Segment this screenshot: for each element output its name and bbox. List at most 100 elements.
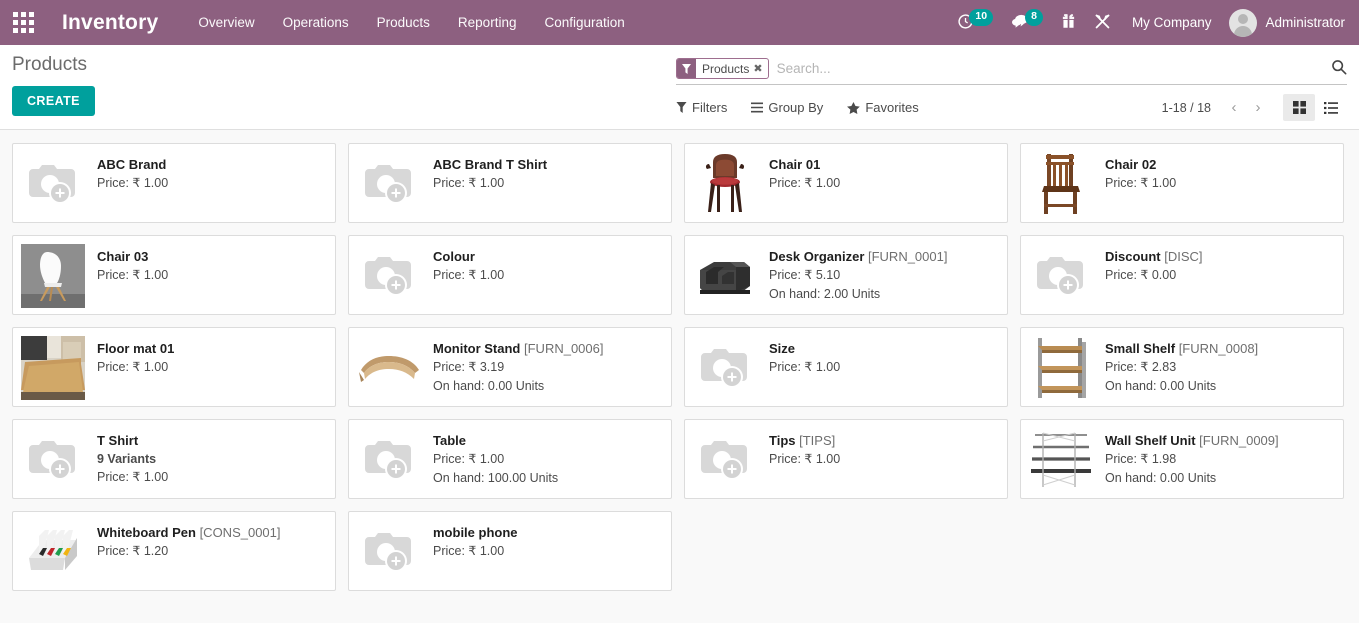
floor-mat-image (21, 336, 85, 400)
product-on-hand: On hand: 0.00 Units (433, 377, 603, 397)
product-card[interactable]: T Shirt9 VariantsPrice: ₹ 1.00 (12, 419, 336, 499)
messages-count-badge: 8 (1025, 9, 1043, 25)
monitor-stand-image (357, 348, 421, 388)
apps-menu-button[interactable] (6, 6, 40, 40)
user-menu[interactable]: Administrator (1223, 9, 1347, 37)
favorites-dropdown[interactable]: Favorites (847, 100, 918, 115)
product-name: ABC Brand (97, 156, 168, 174)
product-card[interactable]: Chair 03Price: ₹ 1.00 (12, 235, 336, 315)
filters-dropdown[interactable]: Filters (676, 100, 727, 115)
menu-item-overview[interactable]: Overview (198, 15, 254, 30)
hamburger-lines-icon (751, 102, 763, 113)
list-view-icon[interactable] (1315, 94, 1347, 121)
product-card[interactable]: Wall Shelf Unit [FURN_0009]Price: ₹ 1.98… (1020, 419, 1344, 499)
product-price: Price: ₹ 1.00 (1105, 174, 1176, 194)
product-card[interactable]: Small Shelf [FURN_0008]Price: ₹ 2.83On h… (1020, 327, 1344, 407)
control-panel: Products CREATE Products ✖ (0, 45, 1359, 130)
product-card-body: SizePrice: ₹ 1.00 (769, 336, 840, 377)
product-card-body: T Shirt9 VariantsPrice: ₹ 1.00 (97, 428, 168, 488)
product-code: [CONS_0001] (196, 525, 281, 540)
apps-grid-icon (13, 12, 34, 33)
product-image (693, 336, 757, 400)
image-placeholder-icon (360, 527, 418, 577)
product-image (693, 152, 757, 216)
gift-button[interactable] (1052, 0, 1085, 45)
close-x-icon[interactable]: ✖ (753, 62, 767, 75)
search-facet-label: Products (696, 62, 753, 76)
messages-button[interactable]: 8 (1002, 0, 1052, 45)
image-placeholder-icon (24, 159, 82, 209)
product-image (357, 428, 421, 492)
product-card[interactable]: ColourPrice: ₹ 1.00 (348, 235, 672, 315)
product-card[interactable]: ABC BrandPrice: ₹ 1.00 (12, 143, 336, 223)
chevron-left-icon[interactable]: ‹ (1223, 96, 1245, 120)
menu-item-configuration[interactable]: Configuration (544, 15, 624, 30)
main-menu: Overview Operations Products Reporting C… (198, 15, 624, 30)
product-card-body: mobile phonePrice: ₹ 1.00 (433, 520, 518, 561)
product-card[interactable]: Chair 01Price: ₹ 1.00 (684, 143, 1008, 223)
wall-shelf-image (1029, 431, 1093, 489)
product-card[interactable]: Monitor Stand [FURN_0006]Price: ₹ 3.19On… (348, 327, 672, 407)
product-price: Price: ₹ 1.00 (769, 174, 840, 194)
product-on-hand: On hand: 0.00 Units (1105, 377, 1258, 397)
kanban-grid-icon[interactable] (1283, 94, 1315, 121)
product-card-body: Small Shelf [FURN_0008]Price: ₹ 2.83On h… (1105, 336, 1258, 397)
desk-organizer-image (694, 250, 756, 302)
group-by-dropdown[interactable]: Group By (751, 100, 823, 115)
chevron-right-icon[interactable]: › (1247, 96, 1269, 120)
product-image (357, 244, 421, 308)
product-code: [DISC] (1161, 249, 1203, 264)
product-image (21, 336, 85, 400)
image-placeholder-icon (24, 435, 82, 485)
user-avatar-icon (1229, 9, 1257, 37)
product-on-hand: On hand: 100.00 Units (433, 469, 558, 489)
filter-funnel-icon (677, 59, 696, 78)
group-by-label: Group By (768, 100, 823, 115)
search-icon[interactable] (1325, 59, 1347, 79)
image-placeholder-icon (360, 435, 418, 485)
product-card-body: Tips [TIPS]Price: ₹ 1.00 (769, 428, 840, 469)
filter-funnel-icon (676, 102, 687, 113)
product-price: Price: ₹ 1.00 (97, 358, 174, 378)
menu-item-operations[interactable]: Operations (283, 15, 349, 30)
product-price: Price: ₹ 1.00 (769, 358, 840, 378)
menu-item-reporting[interactable]: Reporting (458, 15, 517, 30)
search-options-bar: Filters Group By Favorites (676, 94, 1347, 121)
control-panel-right: Products ✖ Filters (676, 45, 1347, 121)
search-input[interactable] (769, 61, 1325, 76)
product-on-hand: On hand: 2.00 Units (769, 285, 947, 305)
product-image (21, 244, 85, 308)
navbar-systray: 10 8 (948, 0, 1347, 45)
control-panel-left: Products CREATE (12, 45, 95, 116)
product-image (693, 428, 757, 492)
company-switcher[interactable]: My Company (1120, 15, 1224, 30)
product-card[interactable]: Desk Organizer [FURN_0001]Price: ₹ 5.10O… (684, 235, 1008, 315)
product-price: Price: ₹ 0.00 (1105, 266, 1203, 286)
product-on-hand: On hand: 0.00 Units (1105, 469, 1279, 489)
product-card-body: Floor mat 01Price: ₹ 1.00 (97, 336, 174, 377)
app-brand-title[interactable]: Inventory (62, 11, 158, 35)
product-price: Price: ₹ 3.19 (433, 358, 603, 378)
product-card[interactable]: Tips [TIPS]Price: ₹ 1.00 (684, 419, 1008, 499)
product-card-body: Discount [DISC]Price: ₹ 0.00 (1105, 244, 1203, 285)
product-card[interactable]: ABC Brand T ShirtPrice: ₹ 1.00 (348, 143, 672, 223)
product-variants-count[interactable]: 9 Variants (97, 450, 168, 469)
product-name: Table (433, 432, 558, 450)
product-card[interactable]: SizePrice: ₹ 1.00 (684, 327, 1008, 407)
product-card[interactable]: Whiteboard Pen [CONS_0001]Price: ₹ 1.20 (12, 511, 336, 591)
create-button[interactable]: CREATE (12, 86, 95, 116)
product-card[interactable]: TablePrice: ₹ 1.00On hand: 100.00 Units (348, 419, 672, 499)
image-placeholder-icon (360, 159, 418, 209)
product-code: [FURN_0001] (864, 249, 947, 264)
product-card[interactable]: mobile phonePrice: ₹ 1.00 (348, 511, 672, 591)
product-card[interactable]: Discount [DISC]Price: ₹ 0.00 (1020, 235, 1344, 315)
menu-item-products[interactable]: Products (377, 15, 430, 30)
search-facet-products[interactable]: Products ✖ (676, 58, 769, 79)
product-card[interactable]: Floor mat 01Price: ₹ 1.00 (12, 327, 336, 407)
small-shelf-image (1032, 336, 1090, 400)
product-name: Small Shelf [FURN_0008] (1105, 340, 1258, 358)
product-card[interactable]: Chair 02Price: ₹ 1.00 (1020, 143, 1344, 223)
developer-tools-button[interactable] (1085, 0, 1120, 45)
product-card-body: ABC BrandPrice: ₹ 1.00 (97, 152, 168, 193)
activities-button[interactable]: 10 (948, 0, 1002, 45)
